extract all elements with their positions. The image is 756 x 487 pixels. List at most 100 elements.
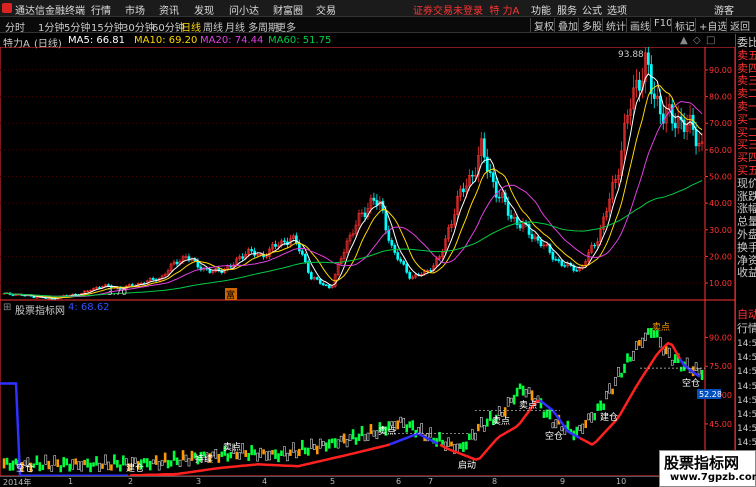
indicator-bar <box>235 451 239 460</box>
indicator-bar <box>336 439 340 449</box>
menu-shichang[interactable]: 市场 <box>125 2 145 17</box>
candlestick-chart[interactable]: 90.00 80.00 70.00 60.00 50.00 40.00 30.00 20.00… <box>0 47 735 300</box>
indicator-bar <box>497 406 501 416</box>
statistics-button[interactable]: 统计 <box>602 18 626 33</box>
indicator-chart[interactable]: 90.0075.0060.0045.0030.00 卖点 卖点 卖点 卖点 卖点… <box>0 300 735 476</box>
empty-position-label: 空仓 <box>682 377 700 389</box>
add-favorite-button[interactable]: +自选 <box>695 18 727 33</box>
sell-point-label: 卖点 <box>378 426 396 437</box>
indicator-name[interactable]: 股票指标网 <box>15 302 65 317</box>
menu-faxian[interactable]: 发现 <box>194 2 214 17</box>
indicator-bar <box>163 452 167 463</box>
indicator-bar <box>641 337 644 348</box>
ma60-value: MA60: 51.75 <box>268 35 332 46</box>
f10-button[interactable]: F10 <box>650 18 672 32</box>
indicator-bar <box>95 456 98 466</box>
indicator-bar <box>256 452 259 462</box>
indicator-bar <box>217 453 221 463</box>
indicator-bar <box>241 443 244 454</box>
candle-down <box>98 287 101 289</box>
candle-down <box>298 242 301 252</box>
login-warning[interactable]: 证券交易未登录 特 力A <box>413 2 519 17</box>
chart-up-icon[interactable]: ▲ <box>680 35 688 46</box>
fuquan-button[interactable]: 复权 <box>530 18 554 33</box>
hold-label: 持续 <box>195 453 213 465</box>
menu-gongneng[interactable]: 功能 <box>531 2 551 17</box>
indicator-bar <box>679 366 683 372</box>
mark-button[interactable]: 标记 <box>671 18 695 33</box>
indicator-bar <box>405 424 409 433</box>
indicator-settings-icon[interactable]: ⊞ <box>3 302 11 313</box>
candle-down <box>399 259 403 262</box>
indicator-bar <box>77 461 80 470</box>
user-guest[interactable]: 游客 <box>714 2 734 17</box>
draw-line-button[interactable]: 画线 <box>626 18 650 33</box>
candle-down <box>327 285 331 289</box>
period-daily[interactable]: 日线 <box>181 19 201 34</box>
period-monthly[interactable]: 月线 <box>225 19 245 34</box>
indicator-bar <box>465 441 468 450</box>
app-window: 通达信金融终端 行情 市场 资讯 发现 问小达 财富圈 交易 证券交易未登录 特… <box>0 0 756 487</box>
indicator-bar <box>450 441 453 447</box>
candle-down <box>497 196 501 199</box>
indicator-bar <box>142 458 146 464</box>
indicator-bar <box>280 450 283 457</box>
indicator-bar <box>2 458 6 469</box>
candle-down <box>557 259 561 262</box>
candle-down <box>318 279 322 284</box>
indicator-bar <box>551 422 555 429</box>
period-multi[interactable]: 多周期 <box>248 19 278 34</box>
period-60min[interactable]: 60分钟 <box>152 19 185 34</box>
tick-time: 14:50 <box>737 381 756 392</box>
period-fenshi[interactable]: 分时 <box>5 19 25 34</box>
overlay-button[interactable]: 叠加 <box>554 18 578 33</box>
quote-field-label: 买四 <box>737 151 756 165</box>
indicator-bar <box>614 377 617 386</box>
multi-stock-button[interactable]: 多股 <box>578 18 602 33</box>
indicator-bar <box>259 447 262 458</box>
date-axis-label: 8 <box>492 477 498 486</box>
menu-wenxiaoda[interactable]: 问小达 <box>229 2 259 17</box>
quote-field-label: 收益 <box>737 266 756 280</box>
chart-settings-icon[interactable]: ◇ <box>693 35 701 46</box>
indicator-bar <box>638 339 641 346</box>
period-more[interactable]: 更多 <box>276 19 296 34</box>
menu-fuwu[interactable]: 服务 <box>557 2 577 17</box>
menu-hangqing[interactable]: 行情 <box>91 2 111 17</box>
period-30min[interactable]: 30分钟 <box>122 19 155 34</box>
indicator-bar <box>327 439 331 449</box>
back-button[interactable]: 返回 <box>726 18 750 33</box>
candle-down <box>321 283 325 286</box>
menu-xuanxiang[interactable]: 选项 <box>607 2 627 17</box>
ma5-line <box>3 73 703 299</box>
indicator-bar <box>148 460 152 471</box>
period-5min[interactable]: 5分钟 <box>64 19 90 34</box>
indicator-bar <box>617 367 620 377</box>
indicator-bar <box>184 454 188 462</box>
stock-name-top: 特 力A <box>489 6 520 17</box>
indicator-bar <box>41 464 45 471</box>
warning-text: 证券交易未登录 <box>413 6 483 17</box>
candle-down <box>593 244 597 247</box>
candle-down <box>303 254 307 263</box>
period-weekly[interactable]: 周线 <box>203 19 223 34</box>
period-15min[interactable]: 15分钟 <box>91 19 124 34</box>
menu-caifuquan[interactable]: 财富圈 <box>273 2 303 17</box>
ma20-value: MA20: 74.44 <box>200 35 264 46</box>
auto-toggle[interactable]: 自动 <box>737 308 756 321</box>
app-logo-icon <box>2 3 12 13</box>
chart-maximize-icon[interactable]: □ <box>706 35 715 46</box>
quote-tab[interactable]: 行情 <box>737 322 756 335</box>
indicator-bar <box>304 447 307 455</box>
indicator-bar <box>521 385 525 396</box>
indicator-bar <box>166 459 170 469</box>
tick-time: 14:50 <box>737 424 756 435</box>
menu-gongshi[interactable]: 公式 <box>582 2 602 17</box>
period-1min[interactable]: 1分钟 <box>38 19 64 34</box>
menu-jiaoyi[interactable]: 交易 <box>316 2 336 17</box>
quote-field-label: 外盘 <box>737 228 756 241</box>
indicator-bar <box>351 429 355 440</box>
indicator-bar <box>366 432 370 441</box>
menu-zixun[interactable]: 资讯 <box>159 2 179 17</box>
indicator-bar <box>247 453 250 461</box>
